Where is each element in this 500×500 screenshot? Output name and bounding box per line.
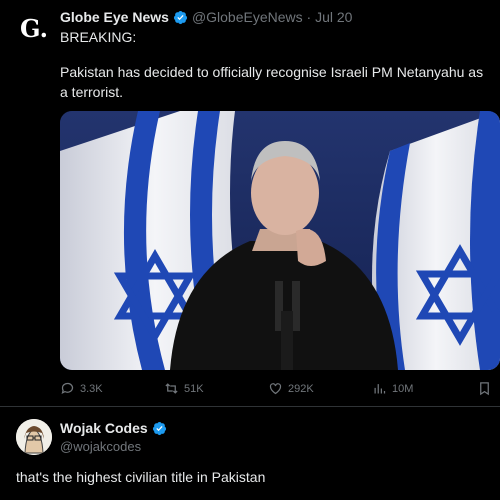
like-button[interactable]: 292K [268, 381, 314, 396]
reply-author-handle[interactable]: @wojakcodes [60, 439, 141, 454]
repost-button[interactable]: 51K [164, 381, 204, 396]
author-handle-date[interactable]: @GlobeEyeNews · Jul 20 [192, 9, 353, 25]
tweet-breaking-line: BREAKING: [60, 29, 137, 45]
reply-count: 3.3K [80, 382, 103, 395]
views-icon [374, 384, 386, 394]
tweet-photo[interactable] [60, 111, 500, 370]
tweet[interactable]: G. Globe Eye News @GlobeEyeNews · Jul 20… [0, 0, 500, 406]
bookmark-icon [480, 382, 489, 396]
author-name[interactable]: Globe Eye News [60, 9, 169, 25]
reply-author-name[interactable]: Wojak Codes [60, 420, 148, 436]
reply-author-avatar[interactable] [16, 419, 52, 455]
tweet-body: Pakistan has decided to officially recog… [60, 64, 484, 100]
reply-body: that's the highest civilian title in Pak… [16, 469, 266, 485]
views-button[interactable]: 10M [372, 381, 413, 396]
like-count: 292K [288, 382, 314, 395]
tweet-header: Globe Eye News @GlobeEyeNews · Jul 20 [60, 9, 352, 25]
reply-button[interactable]: 3.3K [60, 381, 103, 396]
like-icon [269, 383, 282, 395]
repost-icon [165, 383, 178, 394]
verified-badge-icon [152, 421, 166, 435]
verified-badge-icon [173, 10, 187, 24]
views-count: 10M [392, 382, 414, 395]
bookmark-button[interactable] [477, 381, 492, 396]
tweet-action-bar: 3.3K 51K 292K 10M [60, 381, 492, 401]
reply-author-header: Wojak Codes [60, 420, 171, 436]
reply-tweet[interactable]: Wojak Codes @wojakcodes that's the highe… [0, 407, 500, 500]
repost-count: 51K [184, 382, 204, 395]
author-avatar[interactable]: G. [16, 10, 52, 46]
reply-icon [61, 382, 74, 395]
